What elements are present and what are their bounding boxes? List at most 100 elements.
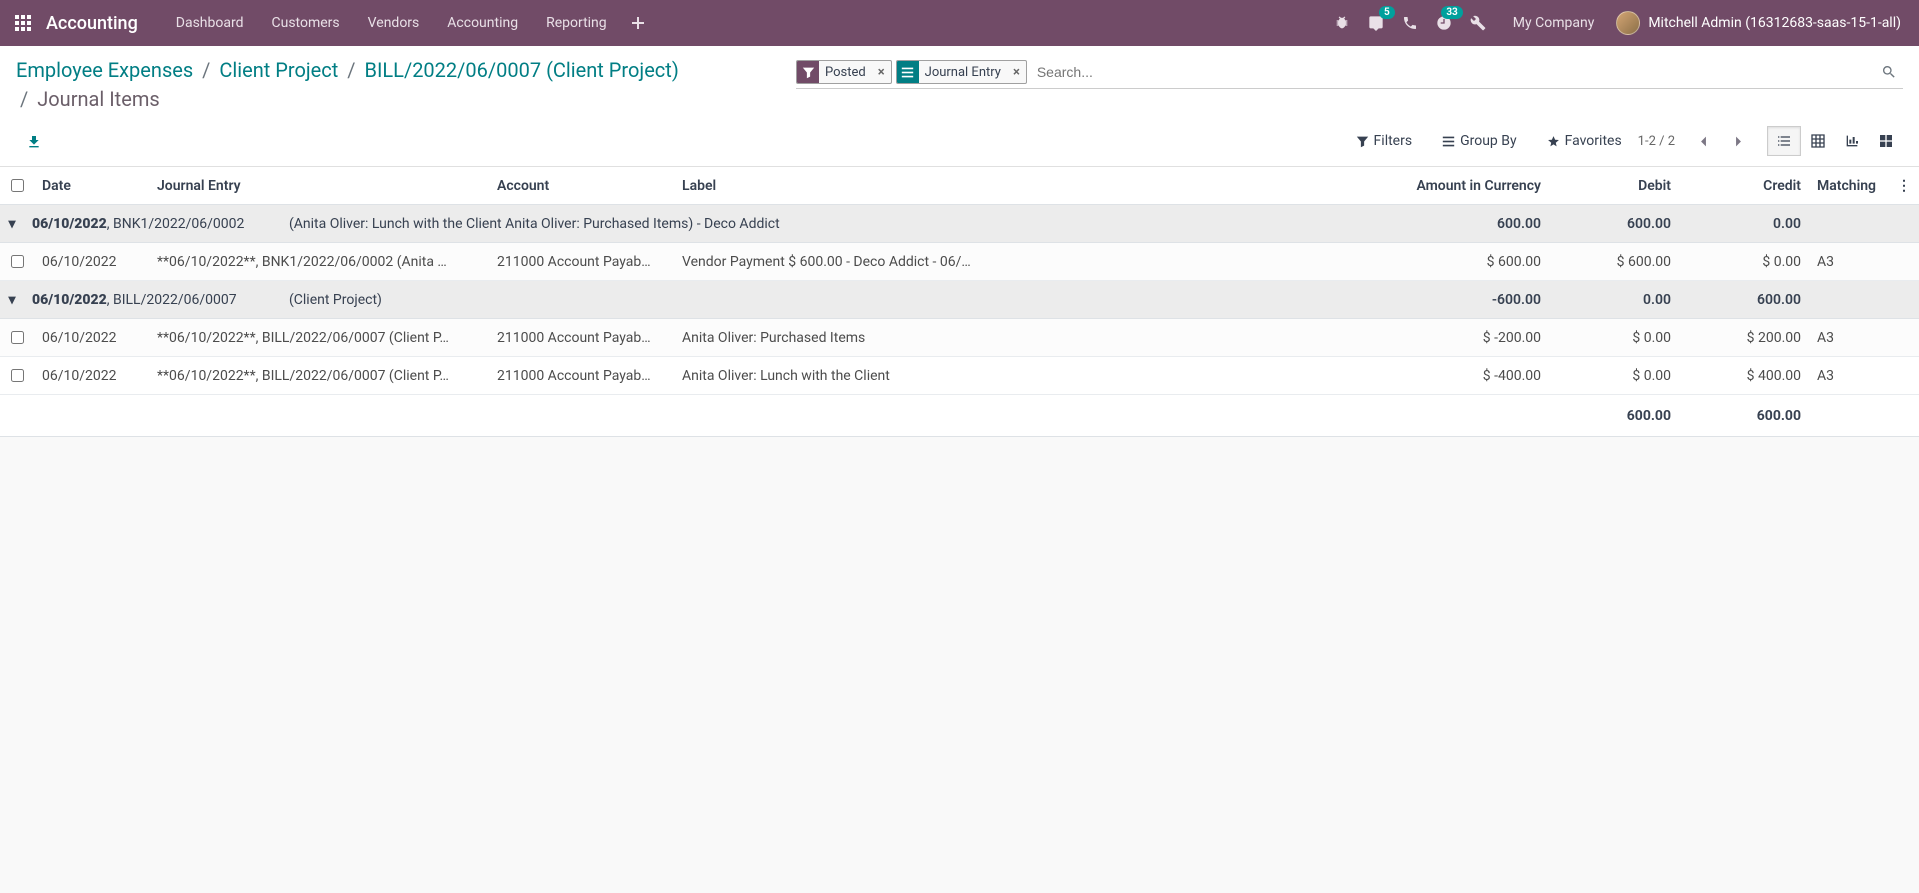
- cell-debit: $ 0.00: [1549, 368, 1679, 384]
- pager-text[interactable]: 1-2 / 2: [1638, 134, 1675, 149]
- user-name: Mitchell Admin (16312683-saas-15-1-all): [1648, 15, 1901, 31]
- grid-header: Date Journal Entry Account Label Amount …: [0, 167, 1919, 205]
- favorites-button[interactable]: Favorites: [1547, 133, 1622, 149]
- groupby-label: Group By: [1460, 133, 1517, 149]
- group-debit: 0.00: [1549, 292, 1679, 308]
- facet-label: Journal Entry: [919, 65, 1007, 80]
- user-menu[interactable]: Mitchell Admin (16312683-saas-15-1-all): [1608, 11, 1909, 35]
- groupby-button[interactable]: Group By: [1442, 133, 1517, 149]
- facet-label: Posted: [819, 65, 872, 80]
- col-credit[interactable]: Credit: [1679, 178, 1809, 194]
- caret-down-icon[interactable]: ▾: [0, 292, 24, 308]
- breadcrumb: Employee Expenses / Client Project / BIL…: [16, 56, 776, 114]
- group-row[interactable]: ▾06/10/2022, BILL/2022/06/0007(Client Pr…: [0, 281, 1919, 319]
- tools-icon[interactable]: [1461, 0, 1495, 46]
- facet-remove[interactable]: ×: [1007, 65, 1026, 80]
- total-debit: 600.00: [1549, 408, 1679, 424]
- bc-sep: /: [347, 58, 355, 82]
- download-icon[interactable]: [26, 132, 42, 150]
- cell-journal-entry: **06/10/2022**, BILL/2022/06/0007 (Clien…: [149, 330, 489, 346]
- table-row[interactable]: 06/10/2022**06/10/2022**, BNK1/2022/06/0…: [0, 243, 1919, 281]
- cell-matching: A3: [1809, 254, 1889, 270]
- phone-icon[interactable]: [1393, 0, 1427, 46]
- nav-link-reporting[interactable]: Reporting: [532, 0, 621, 46]
- row-checkbox[interactable]: [11, 255, 24, 268]
- cell-date: 06/10/2022: [34, 254, 149, 270]
- activity-badge: 33: [1441, 6, 1462, 19]
- col-account[interactable]: Account: [489, 178, 674, 194]
- nav-link-dashboard[interactable]: Dashboard: [162, 0, 258, 46]
- view-kanban-button[interactable]: [1869, 126, 1903, 156]
- view-list-button[interactable]: [1767, 126, 1801, 156]
- bc-sep: /: [20, 87, 28, 111]
- group-icon: [897, 61, 919, 83]
- bc-link-2[interactable]: Client Project: [219, 58, 338, 82]
- cell-amount: $ 600.00: [1359, 254, 1549, 270]
- cell-account: 211000 Account Payab…: [489, 254, 674, 270]
- bc-current: Journal Items: [37, 87, 159, 111]
- cell-amount: $ -400.00: [1359, 368, 1549, 384]
- table-row[interactable]: 06/10/2022**06/10/2022**, BILL/2022/06/0…: [0, 357, 1919, 395]
- group-credit: 0.00: [1679, 216, 1809, 232]
- row-checkbox[interactable]: [11, 369, 24, 382]
- chat-icon[interactable]: 5: [1359, 0, 1393, 46]
- bc-link-1[interactable]: Employee Expenses: [16, 58, 193, 82]
- favorites-label: Favorites: [1565, 133, 1622, 149]
- nav-link-customers[interactable]: Customers: [258, 0, 354, 46]
- col-label[interactable]: Label: [674, 178, 1359, 194]
- app-name[interactable]: Accounting: [46, 13, 138, 34]
- search-bar[interactable]: Posted × Journal Entry ×: [796, 58, 1903, 89]
- column-options-button[interactable]: ⋮: [1889, 178, 1919, 194]
- search-facet-journal-entry: Journal Entry ×: [896, 60, 1027, 84]
- caret-down-icon[interactable]: ▾: [0, 216, 24, 232]
- avatar: [1616, 11, 1640, 35]
- cell-label: Anita Oliver: Purchased Items: [674, 330, 1359, 346]
- filter-icon: [797, 61, 819, 83]
- view-graph-button[interactable]: [1835, 126, 1869, 156]
- group-amount: 600.00: [1359, 216, 1549, 232]
- col-date[interactable]: Date: [34, 178, 149, 194]
- filter-icon: [1356, 134, 1369, 148]
- totals-row: 600.00 600.00: [0, 395, 1919, 437]
- col-matching[interactable]: Matching: [1809, 178, 1889, 194]
- cell-label: Anita Oliver: Lunch with the Client: [674, 368, 1359, 384]
- nav-link-vendors[interactable]: Vendors: [354, 0, 434, 46]
- view-pivot-button[interactable]: [1801, 126, 1835, 156]
- cell-journal-entry: **06/10/2022**, BILL/2022/06/0007 (Clien…: [149, 368, 489, 384]
- col-debit[interactable]: Debit: [1549, 178, 1679, 194]
- pager-prev[interactable]: [1691, 129, 1716, 153]
- control-panel: Employee Expenses / Client Project / BIL…: [0, 46, 1919, 167]
- group-credit: 600.00: [1679, 292, 1809, 308]
- cell-matching: A3: [1809, 368, 1889, 384]
- col-amount[interactable]: Amount in Currency: [1359, 178, 1549, 194]
- plus-icon[interactable]: [621, 0, 655, 46]
- group-amount: -600.00: [1359, 292, 1549, 308]
- search-input[interactable]: [1031, 62, 1875, 82]
- cell-label: Vendor Payment $ 600.00 - Deco Addict - …: [674, 254, 1359, 270]
- group-date-ref: 06/10/2022, BNK1/2022/06/0002: [24, 216, 281, 232]
- facet-remove[interactable]: ×: [872, 65, 891, 80]
- cell-amount: $ -200.00: [1359, 330, 1549, 346]
- group-row[interactable]: ▾06/10/2022, BNK1/2022/06/0002(Anita Oli…: [0, 205, 1919, 243]
- nav-link-accounting[interactable]: Accounting: [433, 0, 532, 46]
- col-journal-entry[interactable]: Journal Entry: [149, 178, 489, 194]
- cell-matching: A3: [1809, 330, 1889, 346]
- table-row[interactable]: 06/10/2022**06/10/2022**, BILL/2022/06/0…: [0, 319, 1919, 357]
- group-debit: 600.00: [1549, 216, 1679, 232]
- cell-account: 211000 Account Payab…: [489, 368, 674, 384]
- filters-button[interactable]: Filters: [1356, 133, 1413, 149]
- bc-link-3[interactable]: BILL/2022/06/0007 (Client Project): [365, 58, 679, 82]
- company-selector[interactable]: My Company: [1495, 0, 1609, 46]
- cell-credit: $ 0.00: [1679, 254, 1809, 270]
- row-checkbox[interactable]: [11, 331, 24, 344]
- data-grid: Date Journal Entry Account Label Amount …: [0, 167, 1919, 437]
- select-all-checkbox[interactable]: [11, 179, 24, 192]
- star-icon: [1547, 134, 1560, 148]
- cell-account: 211000 Account Payab…: [489, 330, 674, 346]
- pager-next[interactable]: [1726, 129, 1751, 153]
- activity-icon[interactable]: 33: [1427, 0, 1461, 46]
- bug-icon[interactable]: [1325, 0, 1359, 46]
- apps-icon[interactable]: [10, 10, 36, 36]
- search-icon[interactable]: [1875, 64, 1903, 80]
- cell-date: 06/10/2022: [34, 330, 149, 346]
